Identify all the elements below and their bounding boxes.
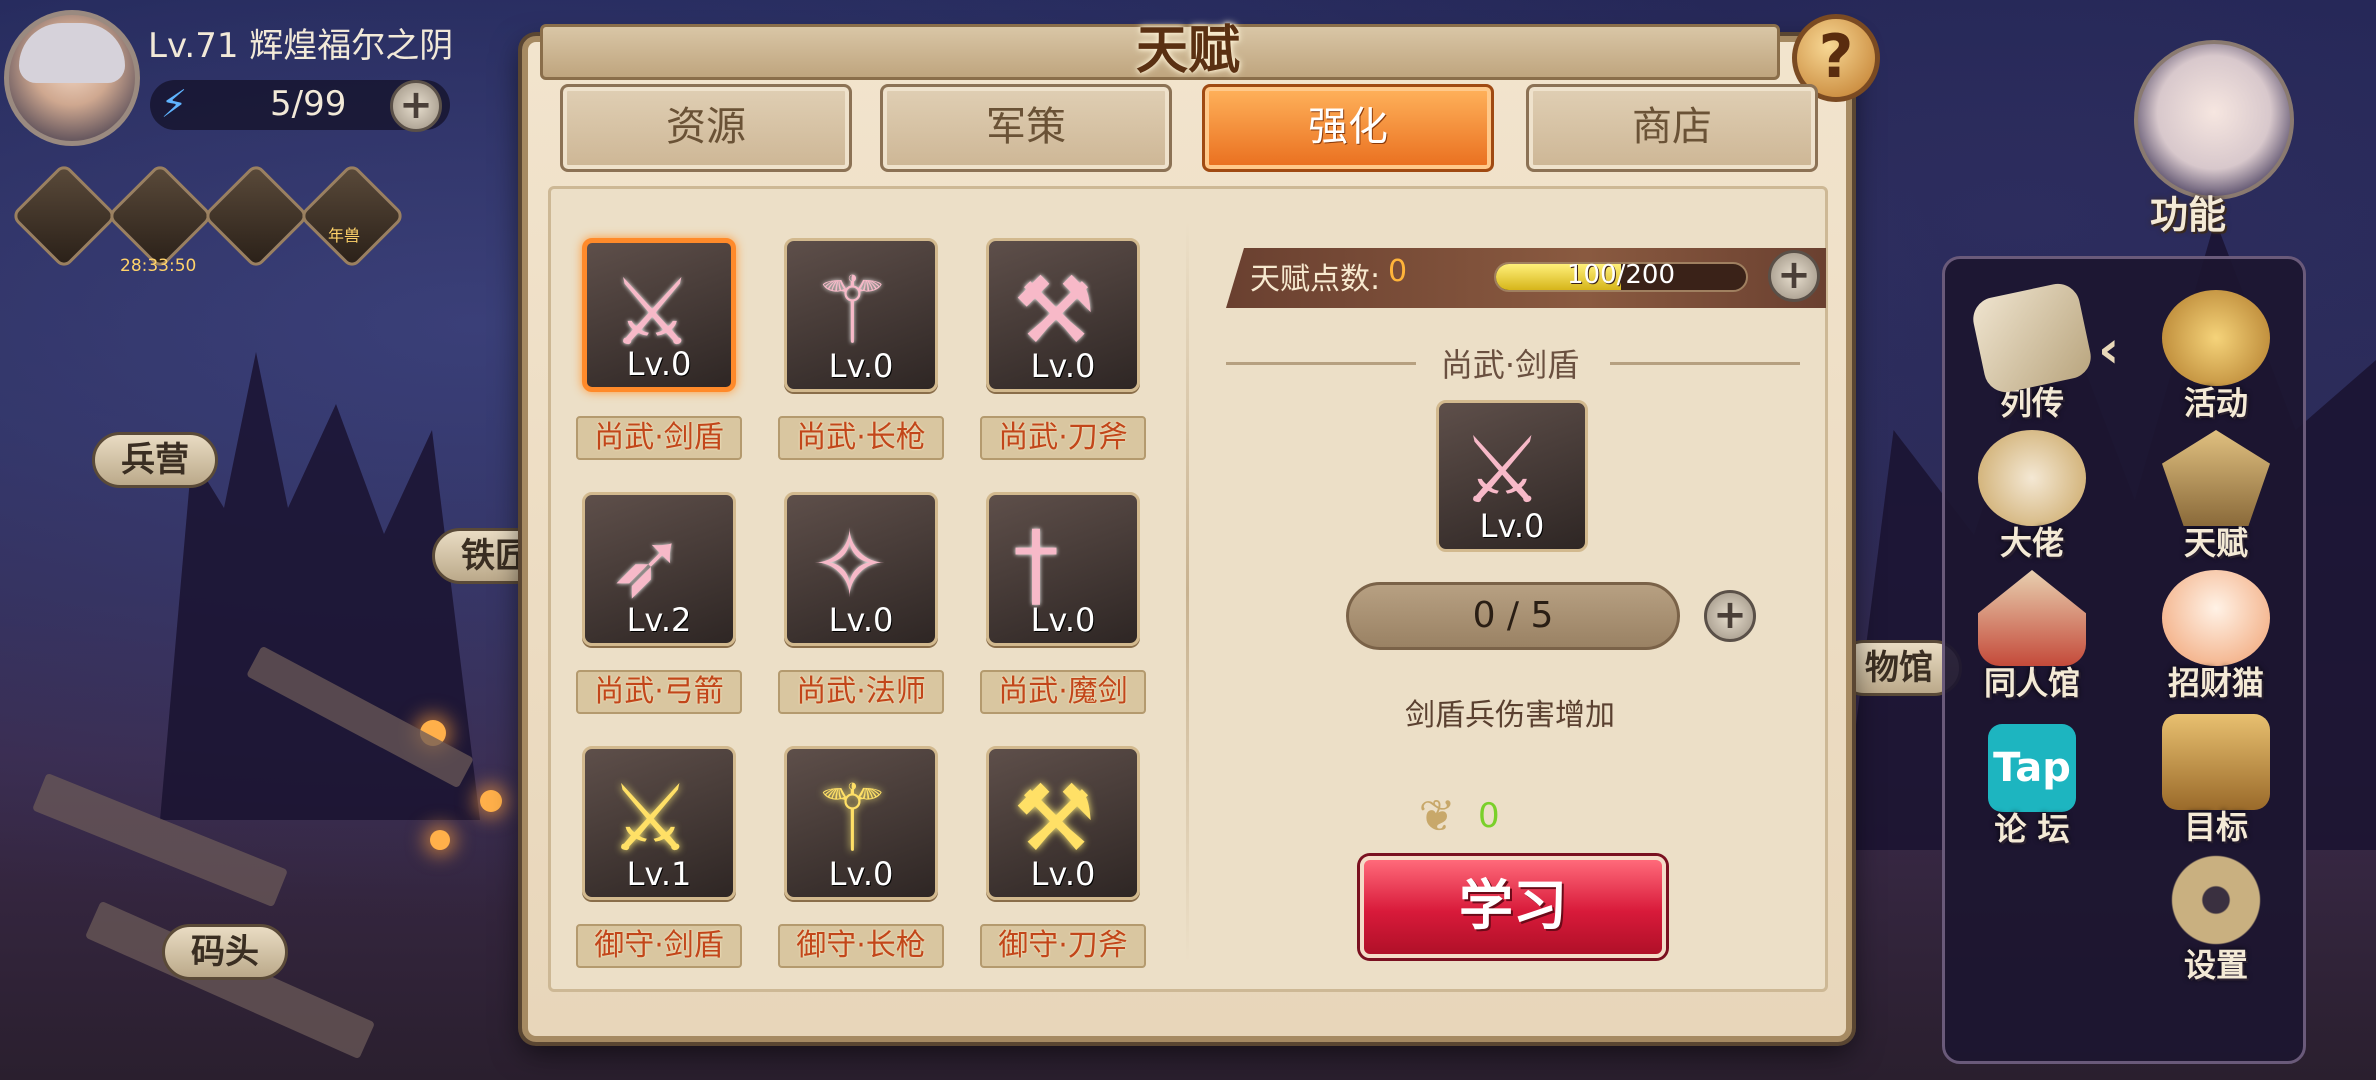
skill-level: Lv.0 <box>828 601 894 639</box>
energy-icon: ⚡ <box>160 82 188 126</box>
skill-count: 0 / 5 <box>1346 582 1680 650</box>
detail-skill-title: 尚武·剑盾 <box>1440 346 1580 384</box>
star-badge-icon <box>2162 290 2270 386</box>
detail-skill-level: Lv.0 <box>1479 507 1545 545</box>
skill-name-label[interactable]: 尚武·弓箭 <box>576 670 742 714</box>
map-label-barracks[interactable]: 兵营 <box>92 432 218 488</box>
talent-points-add-button[interactable]: + <box>1768 250 1820 302</box>
skill-level: Lv.0 <box>1030 855 1096 893</box>
skill-description: 剑盾兵伤害增加 <box>1405 698 1615 733</box>
menu-item-label: 目标 <box>2183 808 2248 846</box>
ornament-right <box>1610 362 1800 365</box>
modal-tabs: 资源 军策 强化 商店 <box>560 84 1820 176</box>
skill-name-label[interactable]: 御守·长枪 <box>778 924 944 968</box>
skill-level: Lv.0 <box>1030 347 1096 385</box>
skill-card[interactable]: ⚚ Lv.0 <box>784 238 938 392</box>
skill-card[interactable]: ➶ Lv.2 <box>582 492 736 646</box>
skill-card[interactable]: ✧ Lv.0 <box>784 492 938 646</box>
tab-shop[interactable]: 商店 <box>1526 84 1818 172</box>
menu-item-settings[interactable]: 设置 <box>2146 852 2286 986</box>
menu-item-label: 招财猫 <box>2167 664 2264 702</box>
skill-level: Lv.0 <box>1030 601 1096 639</box>
player-panel: Lv.71 辉煌福尔之阴 ⚡ 5/99 + <box>0 0 560 150</box>
skill-card[interactable]: † Lv.0 <box>986 492 1140 646</box>
tab-resources[interactable]: 资源 <box>560 84 852 172</box>
skill-level: Lv.0 <box>626 345 692 383</box>
skill-name-label[interactable]: 尚武·法师 <box>778 670 944 714</box>
skill-card[interactable]: ⚔ Lv.0 <box>582 238 736 392</box>
background-lantern <box>430 830 450 850</box>
skill-name-label[interactable]: 尚武·长枪 <box>778 416 944 460</box>
menu-item-talent[interactable]: 天赋 <box>2146 430 2286 564</box>
skill-name-label[interactable]: 尚武·剑盾 <box>576 416 742 460</box>
player-avatar[interactable] <box>4 10 140 146</box>
function-avatar[interactable] <box>2134 40 2294 200</box>
skill-card[interactable]: ⚒ Lv.0 <box>986 746 1140 900</box>
tab-enhance[interactable]: 强化 <box>1202 84 1494 172</box>
skill-name-label[interactable]: 御守·刀斧 <box>980 924 1146 968</box>
buff-beast-icon[interactable] <box>298 162 406 270</box>
skill-card[interactable]: ⚒ Lv.0 <box>986 238 1140 392</box>
skill-name-label[interactable]: 尚武·刀斧 <box>980 416 1146 460</box>
skill-count-add-button[interactable]: + <box>1704 590 1756 642</box>
buff-gate-icon[interactable] <box>202 162 310 270</box>
menu-item-gallery[interactable]: 同人馆 <box>1962 570 2102 704</box>
target-icon <box>2162 714 2270 810</box>
learn-cost-value: 0 <box>1478 796 1500 836</box>
menu-item-boss[interactable]: 大佬 <box>1962 430 2102 564</box>
menu-item-events[interactable]: 活动 <box>2146 290 2286 424</box>
energy-add-button[interactable]: + <box>390 80 442 132</box>
learn-button[interactable]: 学习 <box>1360 856 1666 958</box>
boss-icon <box>1978 430 2086 526</box>
menu-item-label: 活动 <box>2183 384 2248 422</box>
menu-item-label: 设置 <box>2183 946 2248 984</box>
skill-name-label[interactable]: 尚武·魔剑 <box>980 670 1146 714</box>
gear-icon <box>2162 852 2270 948</box>
skill-card[interactable]: ⚚ Lv.0 <box>784 746 938 900</box>
skill-level: Lv.2 <box>626 601 692 639</box>
talent-points-value: 0 <box>1388 254 1408 289</box>
skill-name-label[interactable]: 御守·剑盾 <box>576 924 742 968</box>
detail-skill-icon: ⚔ Lv.0 <box>1436 400 1588 552</box>
menu-item-label: 论 坛 <box>1994 810 2070 848</box>
tap-forum-icon: Tap <box>1988 724 2076 812</box>
talent-points-label: 天赋点数: <box>1250 262 1381 297</box>
skill-level: Lv.0 <box>828 347 894 385</box>
player-level-name: Lv.71 辉煌福尔之阴 <box>148 26 454 66</box>
lucky-cat-icon <box>2162 570 2270 666</box>
gallery-icon <box>1978 570 2086 666</box>
map-label-dock[interactable]: 码头 <box>162 924 288 980</box>
skill-level: Lv.1 <box>626 855 692 893</box>
buff-label: 年兽 <box>328 226 361 245</box>
tab-strategy[interactable]: 军策 <box>880 84 1172 172</box>
menu-item-lucky-cat[interactable]: 招财猫 <box>2146 570 2286 704</box>
buff-book-icon[interactable] <box>10 162 118 270</box>
ornament-left <box>1226 362 1416 365</box>
background-lantern <box>480 790 502 812</box>
function-label[interactable]: 功能 <box>2150 184 2226 239</box>
menu-item-biography[interactable]: 列传 <box>1962 279 2102 424</box>
modal-title: 天赋 <box>1135 21 1240 81</box>
talent-point-icon: ❦ <box>1418 791 1456 842</box>
menu-item-forum[interactable]: Tap 论 坛 <box>1962 724 2102 850</box>
buff-timer: 28:33:50 <box>120 256 197 276</box>
skill-card[interactable]: ⚔ Lv.1 <box>582 746 736 900</box>
menu-item-target[interactable]: 目标 <box>2146 714 2286 848</box>
buff-rainbow-icon[interactable] <box>106 162 214 270</box>
skill-level: Lv.0 <box>828 855 894 893</box>
talent-progress-text: 100/200 <box>1566 260 1675 290</box>
menu-item-label: 大佬 <box>1999 524 2064 562</box>
talent-icon <box>2162 430 2270 526</box>
energy-value: 5/99 <box>270 84 347 124</box>
panel-divider <box>1186 222 1189 962</box>
